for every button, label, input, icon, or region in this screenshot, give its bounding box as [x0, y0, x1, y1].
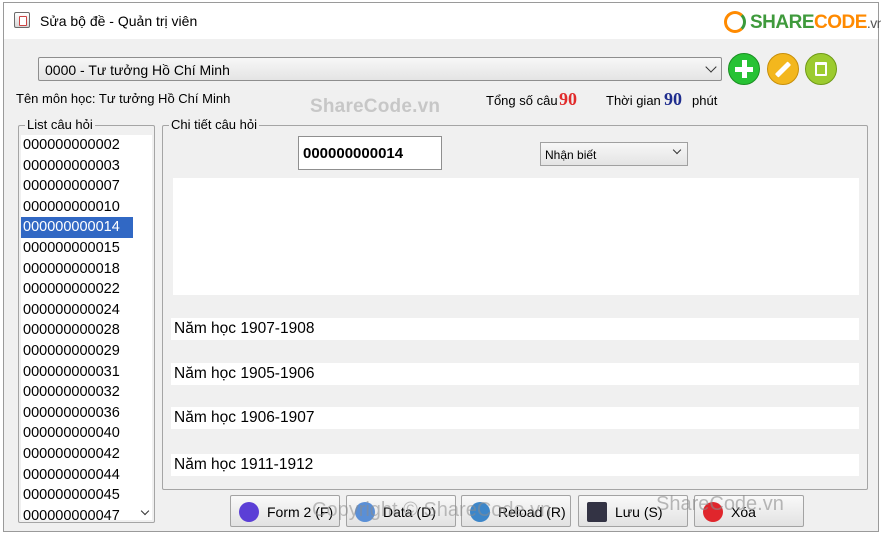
floppy-disk-icon: [587, 502, 607, 522]
list-item[interactable]: 000000000018: [21, 259, 133, 280]
list-item[interactable]: 000000000032: [21, 382, 133, 403]
list-item[interactable]: 000000000007: [21, 176, 133, 197]
list-item[interactable]: 000000000015: [21, 238, 133, 259]
list-item[interactable]: 000000000042: [21, 444, 133, 465]
add-button[interactable]: [728, 53, 760, 85]
list-item[interactable]: 000000000040: [21, 423, 133, 444]
list-item[interactable]: 000000000003: [21, 156, 133, 177]
time-label: Thời gian: [606, 93, 661, 108]
question-detail-title: Chi tiết câu hỏi: [169, 117, 259, 132]
list-item[interactable]: 000000000031: [21, 362, 133, 383]
watermark-center: ShareCode.vn: [310, 96, 441, 117]
list-item[interactable]: 000000000047: [21, 506, 133, 520]
question-listbox[interactable]: 000000000002 000000000003 000000000007 0000…: [21, 135, 152, 520]
sharecode-logo: SHARECODE.vn: [724, 11, 881, 37]
subject-dropdown-value: 0000 - Tư tưởng Hồ Chí Minh: [45, 62, 230, 78]
chevron-down-icon: [705, 61, 717, 73]
java-app-icon: [14, 12, 30, 28]
watermark-bottom: Copyright © ShareCode.vn: [312, 499, 552, 521]
list-item[interactable]: 000000000024: [21, 300, 133, 321]
title-bar: Sửa bộ đề - Quản trị viên SHARECODE.vn: [4, 3, 881, 39]
subject-name-value: Tư tưởng Hồ Chí Minh: [98, 91, 231, 106]
form-icon: [239, 502, 259, 522]
subject-dropdown[interactable]: 0000 - Tư tưởng Hồ Chí Minh: [38, 57, 722, 81]
list-item[interactable]: 000000000002: [21, 135, 133, 156]
logo-brand-main: SHARE: [750, 12, 815, 33]
pencil-icon: [774, 60, 792, 78]
list-item[interactable]: 000000000029: [21, 341, 133, 362]
question-detail-group: Chi tiết câu hỏi 000000000014 Nhận biết …: [162, 117, 868, 490]
edit-button[interactable]: [767, 53, 799, 85]
time-unit: phút: [692, 93, 718, 108]
list-item[interactable]: 000000000022: [21, 279, 133, 300]
list-item[interactable]: 000000000014: [21, 217, 133, 238]
question-list-title: List câu hỏi: [25, 117, 95, 132]
question-count-label: Tổng số câu: [486, 93, 558, 108]
list-item[interactable]: 000000000044: [21, 465, 133, 486]
delete-set-button[interactable]: [805, 53, 837, 85]
level-dropdown[interactable]: Nhận biết: [540, 142, 688, 166]
sharecode-logo-icon: [724, 11, 746, 33]
edit-question-set-window: Sửa bộ đề - Quản trị viên SHARECODE.vn 0…: [3, 2, 881, 532]
answer-field-d[interactable]: Năm học 1911-1912: [171, 454, 859, 476]
answer-field-c[interactable]: Năm học 1906-1907: [171, 407, 859, 429]
time-value: 90: [664, 89, 682, 109]
answer-field-b[interactable]: Năm học 1905-1906: [171, 363, 859, 385]
subject-info: Tên môn học: Tư tưởng Hồ Chí Minh: [16, 91, 230, 106]
window-title: Sửa bộ đề - Quản trị viên: [40, 13, 198, 29]
logo-brand-accent: CODE: [814, 12, 867, 33]
question-count-value: 90: [559, 89, 577, 109]
list-item[interactable]: 000000000028: [21, 320, 133, 341]
list-item[interactable]: 000000000036: [21, 403, 133, 424]
question-list-group: List câu hỏi 000000000002 000000000003 000…: [18, 117, 155, 523]
question-text-area[interactable]: [173, 178, 859, 295]
list-item[interactable]: 000000000045: [21, 485, 133, 506]
answer-field-a[interactable]: Năm học 1907-1908: [171, 318, 859, 340]
question-id-field[interactable]: 000000000014: [298, 136, 442, 170]
logo-brand-tld: .vn: [866, 15, 881, 31]
chevron-down-icon: [672, 145, 682, 155]
subject-name-label: Tên môn học:: [16, 91, 96, 106]
trash-icon: [815, 62, 827, 76]
watermark-right: ShareCode.vn: [656, 493, 784, 515]
list-item[interactable]: 000000000010: [21, 197, 133, 218]
level-dropdown-value: Nhận biết: [545, 148, 597, 162]
